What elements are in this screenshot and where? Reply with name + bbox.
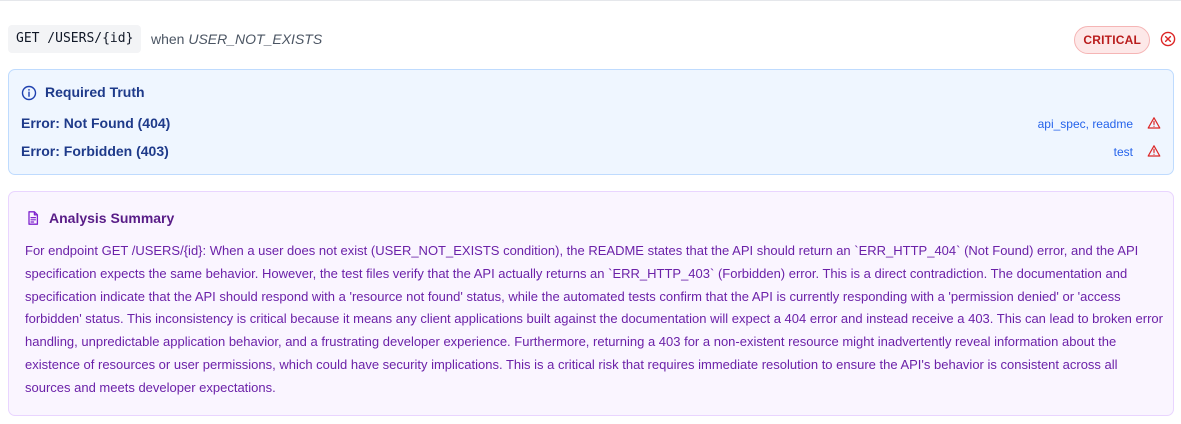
condition-text: when USER_NOT_EXISTS: [151, 31, 322, 47]
analysis-summary-text: For endpoint GET /USERS/{id}: When a use…: [25, 243, 1163, 395]
truth-item-sources[interactable]: test: [1114, 145, 1133, 159]
endpoint-label: GET /USERS/{id}: [8, 25, 142, 53]
truth-item-label: Error: Not Found (404): [21, 115, 171, 131]
analysis-summary-panel: Analysis Summary For endpoint GET /USERS…: [8, 191, 1174, 416]
condition-name: USER_NOT_EXISTS: [188, 31, 323, 47]
truth-item-sources[interactable]: api_spec, readme: [1038, 117, 1133, 131]
required-truth-title: Required Truth: [45, 84, 145, 100]
severity-badge: CRITICAL: [1074, 26, 1150, 54]
truth-item: Error: Not Found (404) api_spec, readme: [21, 115, 1161, 133]
analysis-summary-title: Analysis Summary: [49, 210, 175, 226]
truth-item: Error: Forbidden (403) test: [21, 143, 1161, 161]
required-truth-panel: Required Truth Error: Not Found (404) ap…: [8, 69, 1174, 175]
warning-triangle-icon: [1147, 117, 1161, 129]
top-divider: [0, 0, 1181, 1]
condition-prefix: when: [151, 31, 185, 47]
warning-triangle-icon: [1147, 145, 1161, 157]
info-icon: [21, 85, 37, 101]
issue-header: GET /USERS/{id} when USER_NOT_EXISTS CRI…: [8, 24, 1176, 54]
close-circle-icon[interactable]: [1160, 31, 1176, 47]
document-icon: [28, 211, 39, 225]
truth-item-label: Error: Forbidden (403): [21, 143, 169, 159]
